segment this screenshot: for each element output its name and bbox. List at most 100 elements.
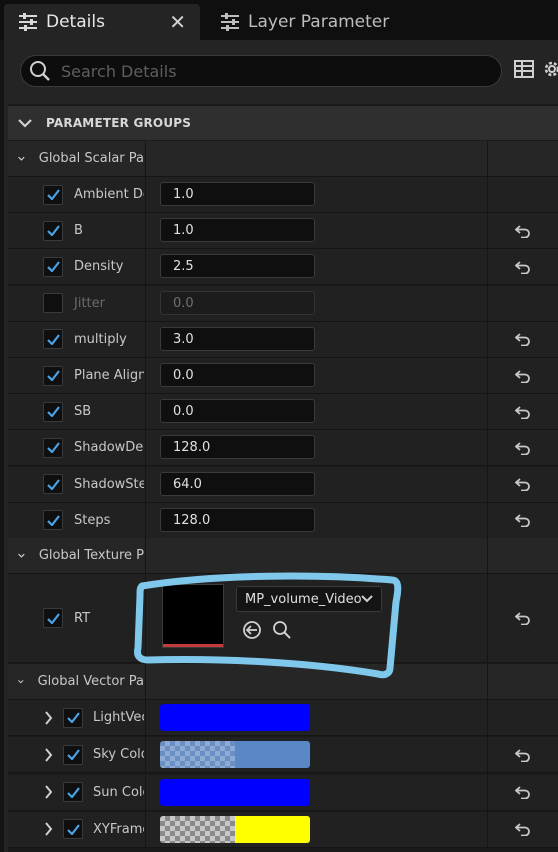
param-enable-checkbox[interactable] [63, 819, 83, 840]
search-input[interactable] [59, 60, 483, 82]
color-swatch-opaque-half [235, 741, 310, 769]
group-spacer [145, 538, 488, 573]
param-value-input[interactable]: 1.0 [160, 182, 315, 206]
param-label: multiply [74, 331, 127, 347]
reset-to-default-icon[interactable] [515, 822, 531, 837]
param-enable-checkbox[interactable] [43, 510, 63, 531]
expand-vector-toggle[interactable] [44, 785, 53, 799]
vector-param-row: Sun Colo [8, 774, 558, 811]
reset-cell [488, 358, 558, 393]
chevron-right-icon[interactable] [44, 710, 53, 725]
param-value-input[interactable]: 0.0 [160, 399, 315, 424]
group-global-texture-header: Global Texture P [8, 538, 144, 573]
param-value-input[interactable]: 128.0 [160, 435, 315, 460]
settings-gear-icon[interactable] [542, 59, 558, 79]
reset-to-default-icon[interactable] [515, 405, 531, 419]
reset-cell [488, 503, 558, 538]
table-view-icon[interactable] [514, 59, 534, 79]
tab-layer-parameter[interactable]: Layer Parameter [206, 4, 546, 40]
group-global-scalar[interactable]: Global Scalar Pa [8, 141, 558, 177]
checkmark-icon [46, 406, 60, 418]
param-value-input[interactable]: 0.0 [160, 290, 315, 315]
close-tab-icon[interactable]: ✕ [169, 10, 186, 34]
reset-cell [488, 249, 558, 284]
param-enable-checkbox[interactable] [43, 474, 63, 495]
reset-to-default-icon[interactable] [515, 513, 531, 528]
reset-to-default-icon[interactable] [515, 441, 531, 455]
parameter-groups-header[interactable]: PARAMETER GROUPS [8, 106, 558, 140]
reset-to-default-icon[interactable] [515, 369, 531, 383]
color-swatch[interactable] [160, 815, 310, 843]
param-value-cell [145, 811, 488, 847]
param-name-cell: Density [8, 249, 144, 284]
reset-to-default-icon[interactable] [515, 224, 531, 238]
param-value-input[interactable]: 64.0 [160, 471, 315, 496]
param-name-cell: B [8, 213, 144, 248]
chevron-right-icon[interactable] [44, 785, 53, 799]
vector-param-row: XYFrame [8, 811, 558, 848]
expand-vector-toggle[interactable] [44, 822, 53, 837]
chevron-right-icon[interactable] [44, 822, 53, 837]
expand-vector-toggle[interactable] [44, 748, 53, 762]
param-label: LightVec [93, 710, 144, 725]
chevron-right-icon[interactable] [44, 748, 53, 762]
param-enable-checkbox[interactable] [43, 329, 63, 350]
color-swatch[interactable] [160, 741, 310, 769]
color-swatch-alpha-half [160, 741, 235, 769]
scalar-param-row: Steps 128.0 [8, 502, 558, 539]
param-enable-checkbox[interactable] [63, 782, 83, 803]
param-label: Sky Colo [93, 747, 144, 763]
expand-vector-toggle[interactable] [44, 710, 53, 725]
param-value-cell [145, 737, 488, 773]
color-swatch[interactable] [160, 704, 310, 731]
param-enable-checkbox[interactable] [43, 220, 63, 241]
reset-cell [488, 177, 558, 212]
section-title: PARAMETER GROUPS [46, 116, 192, 130]
reset-to-default-icon[interactable] [515, 477, 531, 492]
param-value-cell: 2.5 [145, 249, 488, 285]
param-enable-checkbox[interactable] [43, 437, 63, 458]
checkmark-icon [66, 712, 80, 723]
color-swatch-opaque-half [235, 704, 310, 731]
param-value-input[interactable]: 0.0 [160, 363, 315, 387]
reset-cell [488, 812, 558, 847]
search-icon [30, 61, 50, 81]
tab-details[interactable]: Details ✕ [4, 4, 200, 40]
param-enable-checkbox[interactable] [43, 184, 63, 205]
scalar-param-row: Ambient Den 1.0 [8, 177, 558, 213]
param-name-cell: ShadowStep [8, 467, 144, 502]
reset-to-default-icon[interactable] [515, 748, 531, 762]
param-value-input[interactable]: 2.5 [160, 254, 315, 279]
param-value-input[interactable]: 128.0 [160, 507, 315, 532]
checkmark-icon [46, 225, 60, 237]
param-value-input[interactable]: 3.0 [160, 326, 315, 351]
color-swatch-alpha-half [160, 704, 235, 731]
reset-to-default-icon[interactable] [515, 332, 531, 347]
param-value-cell [145, 774, 488, 810]
reset-cell [488, 322, 558, 357]
param-value-cell: 1.0 [145, 177, 488, 212]
chevron-down-icon [18, 553, 25, 558]
param-name-cell: Sky Colo [8, 737, 144, 772]
reset-to-default-icon[interactable] [515, 260, 531, 274]
param-enable-checkbox[interactable] [43, 293, 63, 314]
color-swatch[interactable] [160, 778, 310, 806]
reset-cell [488, 467, 558, 502]
color-swatch-alpha-half [160, 815, 235, 843]
group-global-texture[interactable]: Global Texture P [8, 538, 558, 574]
param-label: Sun Colo [93, 784, 144, 800]
param-value-input[interactable]: 1.0 [160, 218, 315, 243]
tab-details-label: Details [46, 12, 105, 32]
reset-to-default-icon[interactable] [515, 785, 531, 800]
checkmark-icon [46, 261, 60, 273]
param-label: RT [74, 610, 91, 626]
param-name-cell: Steps [8, 503, 144, 538]
param-name-cell: Plane Alignm [8, 358, 144, 393]
param-enable-checkbox[interactable] [43, 608, 63, 628]
reset-to-default-icon[interactable] [515, 611, 531, 625]
param-enable-checkbox[interactable] [43, 256, 63, 277]
param-enable-checkbox[interactable] [63, 707, 83, 728]
param-enable-checkbox[interactable] [43, 365, 63, 386]
param-enable-checkbox[interactable] [43, 401, 63, 422]
param-enable-checkbox[interactable] [63, 744, 83, 765]
